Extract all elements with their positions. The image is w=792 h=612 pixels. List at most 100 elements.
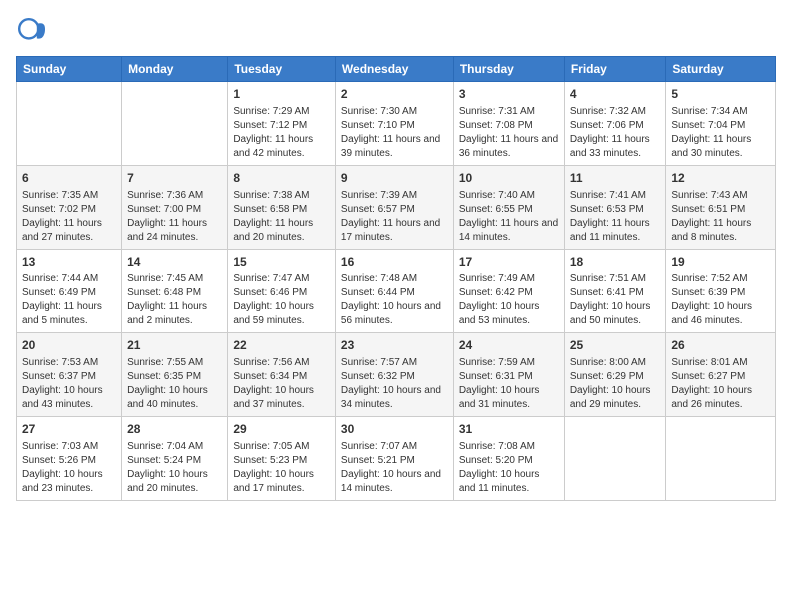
calendar-week-row: 1Sunrise: 7:29 AMSunset: 7:12 PMDaylight…	[17, 82, 776, 166]
day-info: Daylight: 10 hours and 29 minutes.	[570, 384, 661, 412]
day-number: 11	[570, 170, 661, 187]
day-info: Sunrise: 7:51 AM	[570, 272, 661, 286]
day-info: Sunset: 5:24 PM	[127, 454, 222, 468]
calendar-cell: 24Sunrise: 7:59 AMSunset: 6:31 PMDayligh…	[453, 333, 564, 417]
calendar-cell: 8Sunrise: 7:38 AMSunset: 6:58 PMDaylight…	[228, 165, 336, 249]
day-info: Sunrise: 7:32 AM	[570, 105, 661, 119]
day-header-wednesday: Wednesday	[335, 57, 453, 82]
day-info: Sunset: 6:34 PM	[233, 370, 330, 384]
day-info: Daylight: 11 hours and 5 minutes.	[22, 300, 116, 328]
logo-icon	[16, 16, 48, 48]
day-info: Sunset: 6:53 PM	[570, 203, 661, 217]
day-number: 3	[459, 86, 559, 103]
calendar-cell: 15Sunrise: 7:47 AMSunset: 6:46 PMDayligh…	[228, 249, 336, 333]
day-info: Daylight: 11 hours and 36 minutes.	[459, 133, 559, 161]
day-info: Daylight: 11 hours and 11 minutes.	[570, 217, 661, 245]
day-header-tuesday: Tuesday	[228, 57, 336, 82]
day-info: Sunset: 6:58 PM	[233, 203, 330, 217]
day-info: Sunrise: 7:41 AM	[570, 189, 661, 203]
day-info: Sunrise: 7:08 AM	[459, 440, 559, 454]
day-info: Sunrise: 7:07 AM	[341, 440, 448, 454]
calendar-cell	[122, 82, 228, 166]
day-info: Sunset: 7:06 PM	[570, 119, 661, 133]
day-number: 16	[341, 254, 448, 271]
calendar-cell: 31Sunrise: 7:08 AMSunset: 5:20 PMDayligh…	[453, 417, 564, 501]
day-info: Sunset: 6:46 PM	[233, 286, 330, 300]
calendar-cell: 3Sunrise: 7:31 AMSunset: 7:08 PMDaylight…	[453, 82, 564, 166]
calendar-cell: 4Sunrise: 7:32 AMSunset: 7:06 PMDaylight…	[564, 82, 666, 166]
day-info: Sunset: 6:41 PM	[570, 286, 661, 300]
day-info: Daylight: 10 hours and 59 minutes.	[233, 300, 330, 328]
day-number: 27	[22, 421, 116, 438]
day-info: Sunrise: 7:53 AM	[22, 356, 116, 370]
day-number: 24	[459, 337, 559, 354]
day-info: Sunset: 6:29 PM	[570, 370, 661, 384]
calendar-cell: 16Sunrise: 7:48 AMSunset: 6:44 PMDayligh…	[335, 249, 453, 333]
calendar-cell: 10Sunrise: 7:40 AMSunset: 6:55 PMDayligh…	[453, 165, 564, 249]
day-number: 28	[127, 421, 222, 438]
day-number: 18	[570, 254, 661, 271]
day-header-friday: Friday	[564, 57, 666, 82]
day-info: Sunset: 7:04 PM	[671, 119, 770, 133]
day-info: Sunset: 6:51 PM	[671, 203, 770, 217]
day-number: 8	[233, 170, 330, 187]
calendar-week-row: 27Sunrise: 7:03 AMSunset: 5:26 PMDayligh…	[17, 417, 776, 501]
day-number: 31	[459, 421, 559, 438]
day-info: Sunset: 6:35 PM	[127, 370, 222, 384]
calendar-cell	[17, 82, 122, 166]
day-number: 10	[459, 170, 559, 187]
day-info: Daylight: 10 hours and 23 minutes.	[22, 468, 116, 496]
day-info: Daylight: 10 hours and 50 minutes.	[570, 300, 661, 328]
day-info: Sunrise: 7:45 AM	[127, 272, 222, 286]
day-number: 25	[570, 337, 661, 354]
calendar-cell: 11 Sunrise: 7:41 AMSunset: 6:53 PMDayligh…	[564, 165, 666, 249]
day-info: Sunrise: 7:40 AM	[459, 189, 559, 203]
day-info: Sunrise: 7:36 AM	[127, 189, 222, 203]
day-info: Daylight: 10 hours and 20 minutes.	[127, 468, 222, 496]
day-info: Sunset: 6:48 PM	[127, 286, 222, 300]
day-info: Sunrise: 7:29 AM	[233, 105, 330, 119]
calendar-cell: 23Sunrise: 7:57 AMSunset: 6:32 PMDayligh…	[335, 333, 453, 417]
calendar-cell: 21Sunrise: 7:55 AMSunset: 6:35 PMDayligh…	[122, 333, 228, 417]
day-number: 22	[233, 337, 330, 354]
calendar-week-row: 13Sunrise: 7:44 AMSunset: 6:49 PMDayligh…	[17, 249, 776, 333]
calendar-cell: 2Sunrise: 7:30 AMSunset: 7:10 PMDaylight…	[335, 82, 453, 166]
day-info: Sunrise: 7:47 AM	[233, 272, 330, 286]
day-info: Sunrise: 7:38 AM	[233, 189, 330, 203]
day-info: Sunrise: 7:31 AM	[459, 105, 559, 119]
calendar-cell: 9Sunrise: 7:39 AMSunset: 6:57 PMDaylight…	[335, 165, 453, 249]
calendar-cell: 1Sunrise: 7:29 AMSunset: 7:12 PMDaylight…	[228, 82, 336, 166]
day-number: 7	[127, 170, 222, 187]
day-number: 21	[127, 337, 222, 354]
day-header-sunday: Sunday	[17, 57, 122, 82]
day-info: Sunrise: 7:59 AM	[459, 356, 559, 370]
day-info: Sunrise: 7:04 AM	[127, 440, 222, 454]
day-info: Daylight: 10 hours and 17 minutes.	[233, 468, 330, 496]
day-info: Sunrise: 7:05 AM	[233, 440, 330, 454]
calendar-cell: 14Sunrise: 7:45 AMSunset: 6:48 PMDayligh…	[122, 249, 228, 333]
calendar-cell: 20Sunrise: 7:53 AMSunset: 6:37 PMDayligh…	[17, 333, 122, 417]
day-info: Daylight: 11 hours and 17 minutes.	[341, 217, 448, 245]
page-header	[16, 16, 776, 48]
day-info: Daylight: 11 hours and 27 minutes.	[22, 217, 116, 245]
day-info: Sunrise: 7:39 AM	[341, 189, 448, 203]
day-info: Sunset: 7:10 PM	[341, 119, 448, 133]
day-info: Sunrise: 7:30 AM	[341, 105, 448, 119]
day-info: Sunset: 6:37 PM	[22, 370, 116, 384]
calendar-week-row: 6Sunrise: 7:35 AMSunset: 7:02 PMDaylight…	[17, 165, 776, 249]
calendar-table: SundayMondayTuesdayWednesdayThursdayFrid…	[16, 56, 776, 501]
day-number: 29	[233, 421, 330, 438]
day-header-saturday: Saturday	[666, 57, 776, 82]
day-info: Daylight: 10 hours and 53 minutes.	[459, 300, 559, 328]
day-header-thursday: Thursday	[453, 57, 564, 82]
day-info: Sunset: 6:55 PM	[459, 203, 559, 217]
day-info: Sunset: 7:12 PM	[233, 119, 330, 133]
calendar-cell: 18Sunrise: 7:51 AMSunset: 6:41 PMDayligh…	[564, 249, 666, 333]
day-number: 9	[341, 170, 448, 187]
day-info: Daylight: 10 hours and 43 minutes.	[22, 384, 116, 412]
day-info: Daylight: 11 hours and 42 minutes.	[233, 133, 330, 161]
calendar-cell: 7Sunrise: 7:36 AMSunset: 7:00 PMDaylight…	[122, 165, 228, 249]
day-info: Daylight: 11 hours and 30 minutes.	[671, 133, 770, 161]
logo	[16, 16, 52, 48]
day-info: Daylight: 11 hours and 24 minutes.	[127, 217, 222, 245]
